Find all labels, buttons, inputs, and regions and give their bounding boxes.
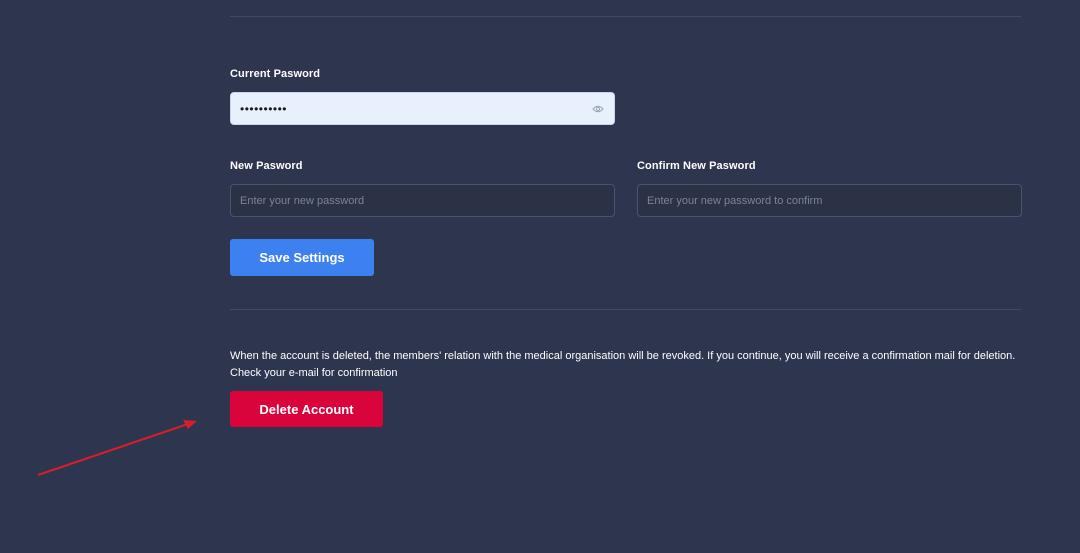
password-settings-page: Current Pasword New Pasword Confirm New … xyxy=(0,0,1080,553)
delete-warning-line-1: When the account is deleted, the members… xyxy=(230,350,1016,362)
delete-account-button[interactable]: Delete Account xyxy=(230,391,383,427)
current-password-input[interactable] xyxy=(240,93,591,124)
current-password-field[interactable] xyxy=(230,92,615,125)
new-password-field[interactable] xyxy=(230,184,615,217)
new-password-input[interactable] xyxy=(240,185,605,216)
top-divider xyxy=(230,16,1021,17)
confirm-password-input[interactable] xyxy=(647,185,1012,216)
delete-warning-line-2: Check your e-mail for confirmation xyxy=(230,367,398,379)
save-settings-button[interactable]: Save Settings xyxy=(230,239,374,276)
current-password-label: Current Pasword xyxy=(230,68,321,80)
new-password-label: New Pasword xyxy=(230,160,303,172)
eye-icon[interactable] xyxy=(591,102,605,116)
confirm-password-field[interactable] xyxy=(637,184,1022,217)
confirm-password-label: Confirm New Pasword xyxy=(637,160,756,172)
delete-warning-text: When the account is deleted, the members… xyxy=(230,348,1030,382)
section-divider xyxy=(230,309,1021,310)
annotation-arrow-icon xyxy=(37,420,197,476)
